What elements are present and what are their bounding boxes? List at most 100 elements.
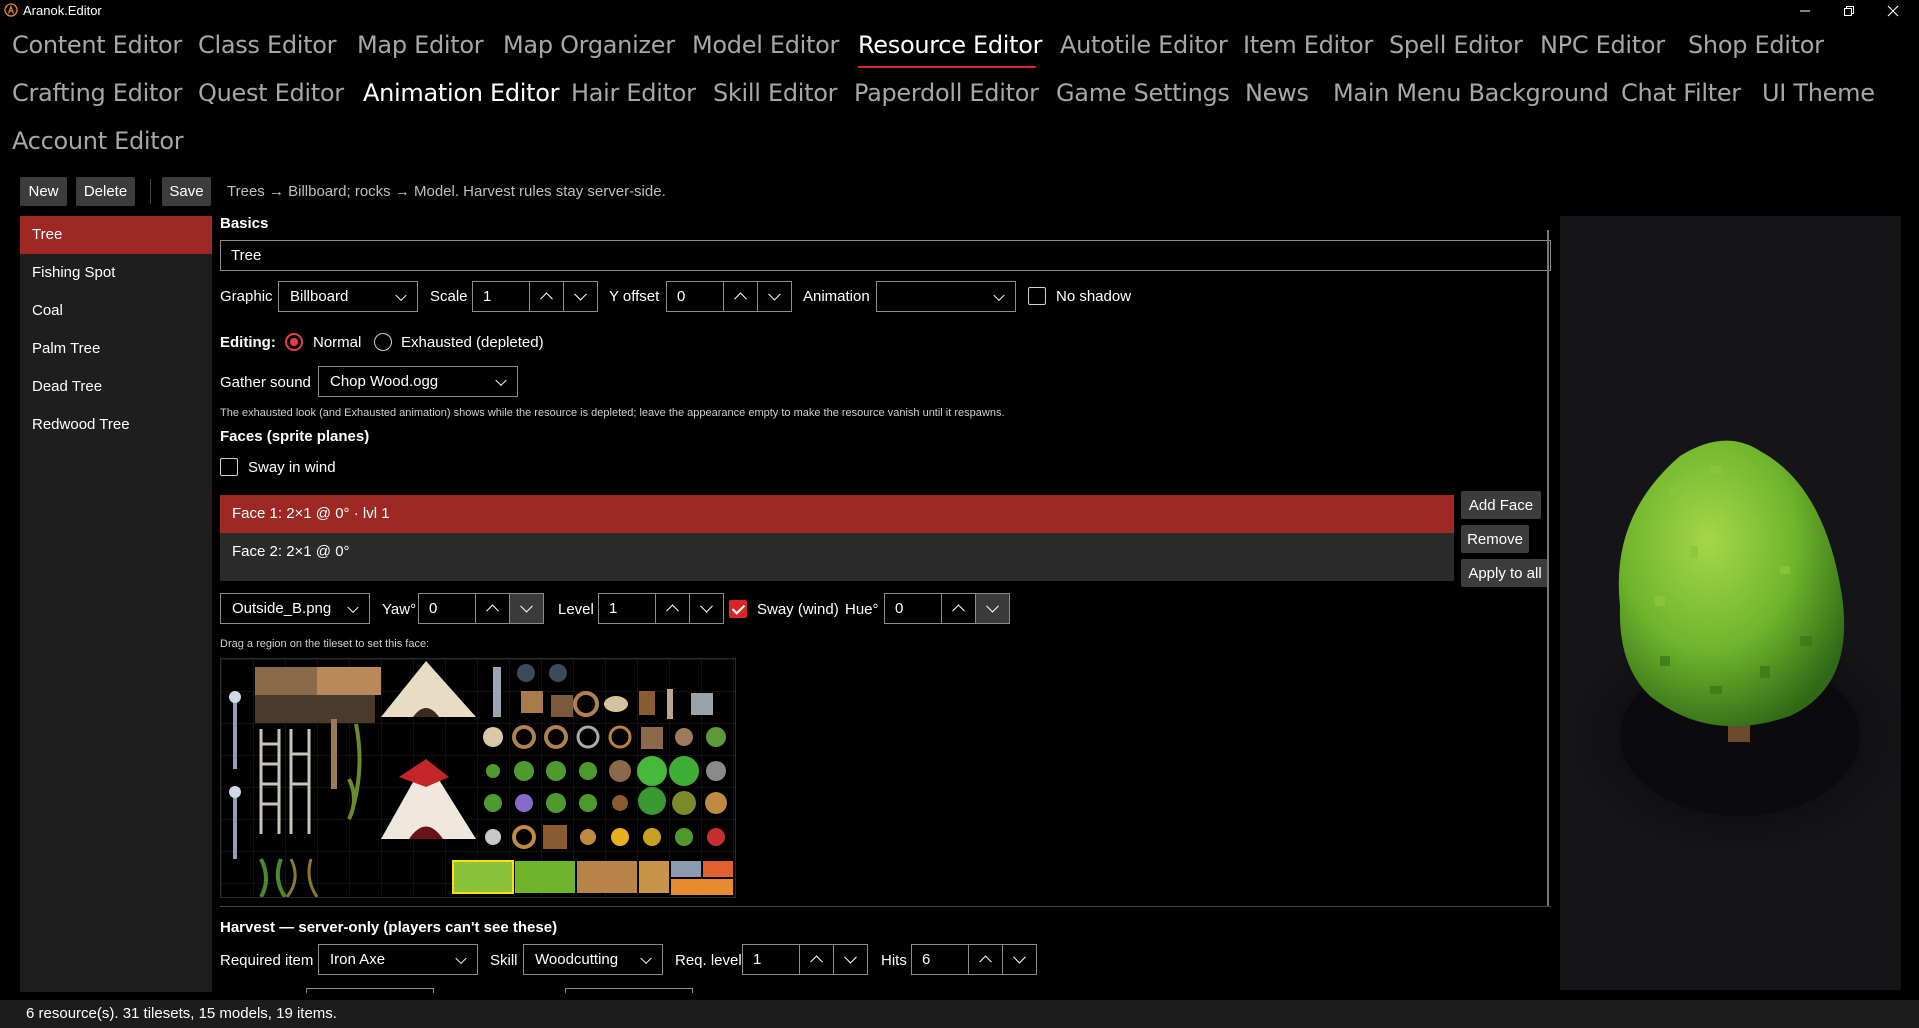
resource-item-redwood-tree[interactable]: Redwood Tree [20,406,212,444]
tab-skill-editor[interactable]: Skill Editor [713,79,838,107]
tab-crafting-editor[interactable]: Crafting Editor [12,79,182,107]
tab-hair-editor[interactable]: Hair Editor [571,79,696,107]
tab-resource-editor[interactable]: Resource Editor [858,31,1043,59]
hits-down-button[interactable] [1002,945,1036,974]
tileset-select[interactable]: Outside_B.png [220,593,370,624]
no-shadow-label: No shadow [1056,288,1132,305]
chevron-down-icon [1013,950,1026,964]
close-icon [1887,5,1899,17]
req-level-up-button[interactable] [799,945,833,974]
apply-to-all-button[interactable]: Apply to all [1461,559,1549,587]
chevron-down-icon [455,952,467,964]
hue-up-button[interactable] [941,594,975,623]
delete-button[interactable]: Delete [76,177,135,206]
tab-chat-filter[interactable]: Chat Filter [1621,79,1741,107]
faces-heading: Faces (sprite planes) [220,428,370,445]
tab-game-settings[interactable]: Game Settings [1056,79,1230,107]
chevron-up-icon [952,604,965,618]
tab-class-editor[interactable]: Class Editor [198,31,337,59]
resource-item-palm-tree[interactable]: Palm Tree [20,330,212,368]
tab-content-editor[interactable]: Content Editor [12,31,182,59]
sway-in-wind-label: Sway in wind [248,459,336,476]
close-button[interactable] [1871,0,1915,22]
face-item-2[interactable]: Face 2: 2×1 @ 0° [220,533,1454,571]
tab-map-editor[interactable]: Map Editor [357,31,484,59]
level-label: Level [558,601,594,618]
maximize-button[interactable] [1827,0,1871,22]
level-up-button[interactable] [655,594,689,623]
tab-main-menu-background[interactable]: Main Menu Background [1333,79,1609,107]
exhausted-radio-label: Exhausted (depleted) [401,334,544,351]
remove-face-button[interactable]: Remove [1461,525,1529,553]
req-level-down-button[interactable] [833,945,867,974]
yaw-down-button[interactable] [509,594,543,623]
scale-label: Scale [430,288,468,305]
resource-item-coal[interactable]: Coal [20,292,212,330]
tab-animation-editor[interactable]: Animation Editor [363,79,560,107]
minimize-icon [1800,10,1810,12]
level-stepper[interactable]: 1 [598,593,724,624]
resource-item-fishing-spot[interactable]: Fishing Spot [20,254,212,292]
scale-stepper[interactable]: 1 [472,281,598,312]
exhausted-radio[interactable] [374,333,392,351]
chevron-up-icon [666,604,679,618]
chevron-down-icon [395,289,407,301]
chevron-down-icon [700,599,713,613]
tab-paperdoll-editor[interactable]: Paperdoll Editor [854,79,1039,107]
minimize-button[interactable] [1783,0,1827,22]
tab-ui-theme[interactable]: UI Theme [1762,79,1875,107]
graphic-select[interactable]: Billboard [278,281,418,312]
hue-stepper[interactable]: 0 [884,593,1010,624]
resource-item-dead-tree[interactable]: Dead Tree [20,368,212,406]
tab-npc-editor[interactable]: NPC Editor [1540,31,1665,59]
tab-map-organizer[interactable]: Map Organizer [503,31,675,59]
tileset-value: Outside_B.png [232,600,332,617]
yoffset-down-button[interactable] [757,282,791,311]
save-button[interactable]: Save [162,177,211,206]
yaw-up-button[interactable] [475,594,509,623]
tab-model-editor[interactable]: Model Editor [692,31,839,59]
tab-account-editor[interactable]: Account Editor [12,127,184,155]
face-sway-checkbox[interactable] [729,600,747,618]
gather-sound-select[interactable]: Chop Wood.ogg [318,366,518,397]
skill-value: Woodcutting [535,951,619,968]
tab-quest-editor[interactable]: Quest Editor [198,79,344,107]
sway-in-wind-checkbox[interactable] [220,458,238,476]
tab-news[interactable]: News [1245,79,1309,107]
no-shadow-checkbox[interactable] [1028,287,1046,305]
normal-radio[interactable] [285,333,303,351]
tab-item-editor[interactable]: Item Editor [1243,31,1373,59]
skill-select[interactable]: Woodcutting [523,944,663,975]
level-down-button[interactable] [689,594,723,623]
graphic-value: Billboard [290,288,349,305]
tileset-image [221,659,735,897]
animation-select[interactable] [876,281,1016,312]
chevron-up-icon [486,604,499,618]
yoffset-up-button[interactable] [723,282,757,311]
scale-down-button[interactable] [563,282,597,311]
scale-up-button[interactable] [529,282,563,311]
tileset-canvas[interactable] [220,658,736,898]
tab-shop-editor[interactable]: Shop Editor [1688,31,1824,59]
chevron-down-icon [574,287,587,301]
hue-label: Hue° [845,601,879,618]
required-item-select[interactable]: Iron Axe [318,944,478,975]
hits-up-button[interactable] [968,945,1002,974]
model-preview[interactable] [1560,216,1901,990]
add-face-button[interactable]: Add Face [1461,491,1541,519]
resource-item-tree[interactable]: Tree [20,216,212,254]
hits-stepper[interactable]: 6 [911,944,1037,975]
resource-list: Tree Fishing Spot Coal Palm Tree Dead Tr… [20,216,212,992]
form-scrollbar[interactable] [1547,230,1549,906]
animation-label: Animation [803,288,870,305]
req-level-stepper[interactable]: 1 [742,944,868,975]
yaw-stepper[interactable]: 0 [418,593,544,624]
toolbar-divider [150,179,151,204]
tab-autotile-editor[interactable]: Autotile Editor [1060,31,1228,59]
yoffset-stepper[interactable]: 0 [666,281,792,312]
face-item-1[interactable]: Face 1: 2×1 @ 0° · lvl 1 [220,495,1454,533]
hue-down-button[interactable] [975,594,1009,623]
new-button[interactable]: New [20,177,67,206]
tab-spell-editor[interactable]: Spell Editor [1389,31,1523,59]
name-field[interactable]: Tree [220,240,1551,271]
